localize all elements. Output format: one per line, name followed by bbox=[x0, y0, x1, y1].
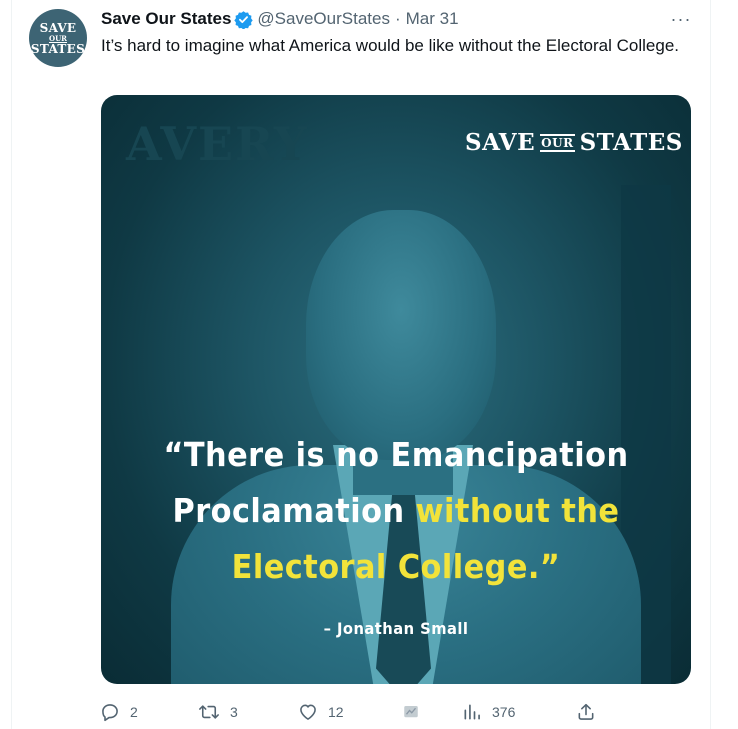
retweet-count: 3 bbox=[230, 704, 238, 720]
avatar-text-our: OUR bbox=[48, 33, 68, 43]
bookmark-button[interactable] bbox=[402, 700, 420, 724]
avatar[interactable]: SAVE OUR STATES bbox=[29, 9, 87, 67]
views-count: 376 bbox=[492, 704, 516, 720]
views-button[interactable]: 376 bbox=[462, 700, 515, 724]
timeline-border-right bbox=[710, 0, 711, 729]
brand-logo-save: SAVE bbox=[465, 129, 536, 156]
quote-line-2-yellow: without the bbox=[415, 491, 620, 530]
display-name[interactable]: Save Our States bbox=[101, 9, 231, 29]
like-button[interactable]: 12 bbox=[298, 700, 344, 724]
avatar-text-states: STATES bbox=[30, 41, 86, 56]
retweet-button[interactable]: 3 bbox=[198, 700, 238, 724]
reply-count: 2 bbox=[130, 704, 138, 720]
brand-logo: SAVE OUR STATES bbox=[465, 129, 683, 156]
tweet-actions-bar: 2 3 12 376 bbox=[100, 700, 600, 724]
views-chart-icon bbox=[464, 704, 480, 720]
verified-badge-icon[interactable] bbox=[234, 10, 254, 29]
bookmark-icon bbox=[404, 706, 418, 718]
separator-dot: · bbox=[394, 9, 401, 28]
reply-icon bbox=[102, 704, 118, 722]
brand-logo-our: OUR bbox=[540, 133, 575, 152]
tweet-text: It’s hard to imagine what America would … bbox=[101, 36, 679, 55]
tweet-media-image[interactable]: AVERY SAVE OUR STATES “There is no Emanc… bbox=[101, 95, 691, 684]
timeline-border-left bbox=[11, 0, 12, 729]
quote-line-2-white: Proclamation bbox=[172, 491, 416, 530]
retweet-icon bbox=[199, 705, 219, 719]
reply-button[interactable]: 2 bbox=[100, 700, 138, 724]
share-button[interactable] bbox=[576, 700, 596, 724]
more-options-icon[interactable]: ··· bbox=[668, 8, 694, 30]
tweet-date[interactable]: Mar 31 bbox=[406, 9, 459, 29]
tweet-header: Save Our States @SaveOurStates · Mar 31 bbox=[101, 8, 459, 30]
background-sign-text: AVERY bbox=[126, 117, 309, 171]
quote-line-2: Proclamation without the bbox=[125, 491, 668, 530]
user-handle[interactable]: @SaveOurStates bbox=[257, 9, 390, 29]
avatar-text-save: SAVE bbox=[39, 20, 77, 35]
quote-line-3: Electoral College.” bbox=[231, 547, 561, 586]
brand-logo-states: STATES bbox=[579, 129, 683, 156]
heart-icon bbox=[300, 704, 316, 720]
quote-line-1: “There is no Emancipation bbox=[163, 435, 629, 474]
like-count: 12 bbox=[328, 704, 344, 720]
person-head bbox=[306, 210, 496, 460]
quote-attribution: – Jonathan Small bbox=[323, 619, 469, 638]
share-icon bbox=[578, 703, 594, 720]
